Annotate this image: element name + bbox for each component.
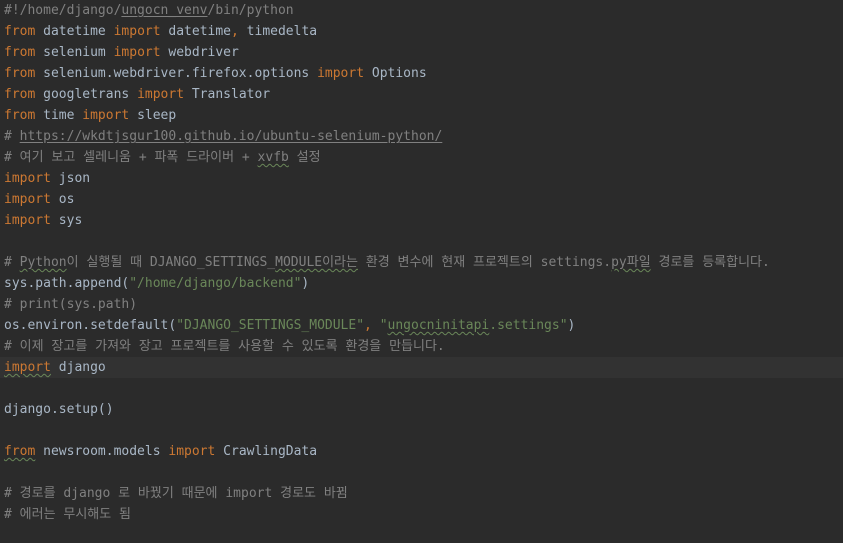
code-lines: #!/home/django/ungocn_venv/bin/python fro… [0,0,843,525]
code-token: ) [301,276,310,291]
code-token: CrawlingData [215,444,318,459]
code-line[interactable]: from selenium.webdriver.firefox.options … [0,63,843,84]
code-token: from [4,45,36,60]
code-line[interactable] [0,462,843,483]
code-token: time [35,108,83,123]
code-token: py파일 [611,255,651,270]
code-token: https://wkdtjsgur100.github.io/ubuntu-se… [19,129,443,144]
code-token: Options [364,66,427,81]
code-token: import [113,24,161,39]
code-token: timedelta [238,24,318,39]
code-token: sys.path.append( [4,276,130,291]
code-line[interactable]: sys.path.append("/home/django/backend") [0,273,843,294]
code-token: 경로를 등록합니다. [650,255,770,270]
code-token: import [317,66,365,81]
code-token: # print(sys.path) [4,297,138,312]
code-line[interactable]: import os [0,189,843,210]
code-line[interactable]: import json [0,168,843,189]
code-token: datetime [160,24,232,39]
code-token: " [379,318,388,333]
code-token: import [113,45,161,60]
code-token: # 여기 보고 셀레니움 + 파폭 드라이버 + [4,150,258,165]
code-token: newsroom.models [35,444,169,459]
code-token: from [4,24,36,39]
code-token: datetime [35,24,114,39]
code-token: import [4,192,51,207]
code-token: .settings" [489,318,568,333]
code-line[interactable]: from newsroom.models import CrawlingData [0,441,843,462]
code-token: # [4,255,20,270]
code-token: # [4,129,20,144]
code-line[interactable]: import sys [0,210,843,231]
code-line[interactable]: os.environ.setdefault("DJANGO_SETTINGS_M… [0,315,843,336]
code-line[interactable]: # 여기 보고 셀레니움 + 파폭 드라이버 + xvfb 설정 [0,147,843,168]
code-token: "DJANGO_SETTINGS_MODULE" [176,318,365,333]
code-token: , [231,24,239,39]
code-token: ) [567,318,576,333]
code-line[interactable]: django.setup() [0,399,843,420]
code-token: selenium.webdriver.firefox.options [35,66,318,81]
code-token: django.setup() [4,402,114,417]
code-token: os [50,192,75,207]
code-token: 이 실행될 때 DJANGO_SETTINGS_ [66,255,276,270]
code-token: /bin/python [207,3,294,18]
code-token: from [4,444,36,459]
code-token: 설정 [288,150,321,165]
code-token: django [50,360,106,375]
code-token: import [4,360,51,375]
code-token: xvfb [257,150,289,165]
code-token: # 경로를 django 로 바꿨기 때문에 import 경로도 바뀜 [4,486,348,501]
code-token: MODULE이라는 [275,255,358,270]
code-line[interactable]: # print(sys.path) [0,294,843,315]
code-token: sys [50,213,83,228]
code-token: , [364,318,380,333]
code-token: "/home/django/backend" [129,276,302,291]
code-line[interactable]: from selenium import webdriver [0,42,843,63]
code-token: ungocn_venv [121,3,208,18]
code-token: import [168,444,216,459]
code-token: ungocninitapi [387,318,490,333]
code-token: os.environ.setdefault( [4,318,177,333]
code-token: Translator [184,87,271,102]
code-token: #!/home/django/ [4,3,122,18]
code-line[interactable]: # 경로를 django 로 바꿨기 때문에 import 경로도 바뀜 [0,483,843,504]
code-line[interactable]: #!/home/django/ungocn_venv/bin/python [0,0,843,21]
code-token: selenium [35,45,114,60]
code-token: # 이제 장고를 가져와 장고 프로젝트를 사용할 수 있도록 환경을 만듭니다… [4,339,445,354]
code-token: 환경 변수에 현재 프로젝트의 settings. [357,255,612,270]
code-token: import [4,171,51,186]
code-token: sleep [129,108,177,123]
code-token: import [4,213,51,228]
code-line[interactable]: from googletrans import Translator [0,84,843,105]
code-line[interactable] [0,378,843,399]
code-line[interactable]: # 에러는 무시해도 됨 [0,504,843,525]
code-token: from [4,66,36,81]
code-token: from [4,108,36,123]
code-line[interactable]: # Python이 실행될 때 DJANGO_SETTINGS_MODULE이라… [0,252,843,273]
code-token: googletrans [35,87,138,102]
code-token: import [82,108,130,123]
code-token: Python [19,255,67,270]
code-editor[interactable]: #!/home/django/ungocn_venv/bin/python fro… [0,0,843,543]
code-token: webdriver [160,45,239,60]
code-line[interactable]: from datetime import datetime, timedelta [0,21,843,42]
code-line[interactable]: from time import sleep [0,105,843,126]
code-token: import [137,87,185,102]
code-line[interactable] [0,231,843,252]
code-line[interactable]: # 이제 장고를 가져와 장고 프로젝트를 사용할 수 있도록 환경을 만듭니다… [0,336,843,357]
code-token: from [4,87,36,102]
code-line[interactable] [0,420,843,441]
code-line[interactable]: import django [0,357,843,378]
code-line[interactable]: # https://wkdtjsgur100.github.io/ubuntu-… [0,126,843,147]
code-token: json [50,171,91,186]
code-token: # 에러는 무시해도 됨 [4,507,131,522]
